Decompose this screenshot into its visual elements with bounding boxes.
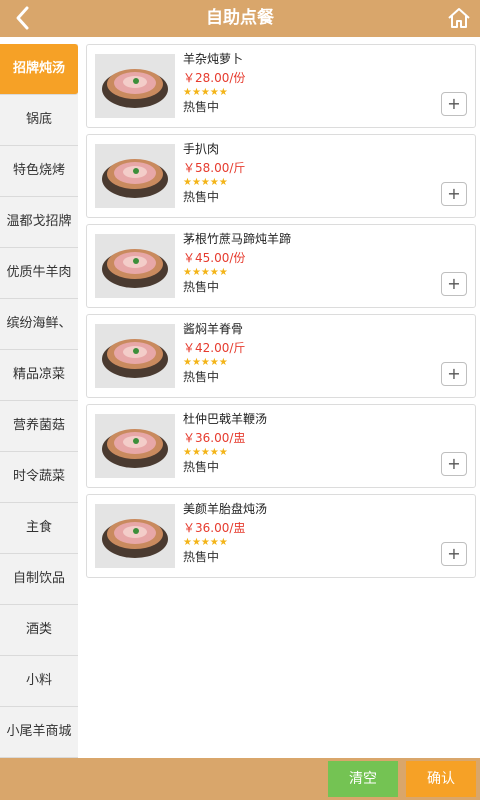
- product-status: 热售中: [183, 190, 220, 204]
- product-status: 热售中: [183, 280, 220, 294]
- product-info: 羊杂炖萝卜 ￥28.00/份 ★★★★★ 热售中: [183, 51, 245, 115]
- confirm-button[interactable]: 确认: [406, 761, 476, 797]
- category-item-zizhi-yinpin[interactable]: 自制饮品: [0, 554, 78, 605]
- product-price: ￥45.00/份: [183, 251, 246, 265]
- product-card: 茅根竹蔗马蹄炖羊蹄 ￥45.00/份 ★★★★★ 热售中 +: [86, 224, 476, 308]
- home-icon[interactable]: [446, 5, 472, 31]
- category-label: 招牌炖汤: [12, 61, 65, 76]
- category-label: 精品凉菜: [12, 367, 65, 382]
- category-item-guodi[interactable]: 锅底: [0, 95, 78, 146]
- product-name: 羊杂炖萝卜: [183, 52, 244, 66]
- category-label: 特色烧烤: [12, 163, 65, 178]
- product-info: 杜仲巴戟羊鞭汤 ￥36.00/盅 ★★★★★ 热售中: [183, 411, 267, 475]
- product-name: 美颜羊胎盘炖汤: [183, 502, 268, 516]
- product-card: 羊杂炖萝卜 ￥28.00/份 ★★★★★ 热售中 +: [86, 44, 476, 128]
- category-sidebar: 招牌炖汤 锅底 特色烧烤 温都戈招牌 优质牛羊肉 缤纷海鲜、 精品凉菜 营养菌菇…: [0, 44, 78, 758]
- rating-stars: ★★★★★: [183, 537, 228, 548]
- product-name: 茅根竹蔗马蹄炖羊蹄: [183, 232, 292, 246]
- product-status: 热售中: [183, 370, 220, 384]
- category-label: 小尾羊商城: [6, 724, 72, 739]
- category-item-youzhi-niuyangrou[interactable]: 优质牛羊肉: [0, 248, 78, 299]
- category-label: 自制饮品: [12, 571, 65, 586]
- dish-image[interactable]: [95, 144, 175, 208]
- product-info: 茅根竹蔗马蹄炖羊蹄 ￥45.00/份 ★★★★★ 热售中: [183, 231, 291, 295]
- product-price: ￥28.00/份: [183, 71, 246, 85]
- product-name: 手扒肉: [183, 142, 220, 156]
- category-item-wendouge-zhaopai[interactable]: 温都戈招牌: [0, 197, 78, 248]
- product-status: 热售中: [183, 100, 220, 114]
- product-info: 手扒肉 ￥58.00/斤 ★★★★★ 热售中: [183, 141, 245, 205]
- dish-image[interactable]: [95, 54, 175, 118]
- product-status: 热售中: [183, 460, 220, 474]
- add-to-order-button[interactable]: +: [441, 542, 467, 566]
- product-price: ￥58.00/斤: [183, 161, 246, 175]
- category-label: 营养菌菇: [12, 418, 65, 433]
- add-to-order-button[interactable]: +: [441, 182, 467, 206]
- product-name: 酱焖羊脊骨: [183, 322, 244, 336]
- clear-button[interactable]: 清空: [328, 761, 398, 797]
- top-bar: 自助点餐: [0, 0, 480, 37]
- category-item-zhushi[interactable]: 主食: [0, 503, 78, 554]
- product-card: 酱焖羊脊骨 ￥42.00/斤 ★★★★★ 热售中 +: [86, 314, 476, 398]
- category-label: 主食: [25, 520, 52, 535]
- rating-stars: ★★★★★: [183, 357, 228, 368]
- category-item-binfen-haixian[interactable]: 缤纷海鲜、: [0, 299, 78, 350]
- dish-image[interactable]: [95, 324, 175, 388]
- product-card: 手扒肉 ￥58.00/斤 ★★★★★ 热售中 +: [86, 134, 476, 218]
- category-label: 酒类: [25, 622, 52, 637]
- dish-image[interactable]: [95, 234, 175, 298]
- product-price: ￥36.00/盅: [183, 521, 246, 535]
- product-card: 杜仲巴戟羊鞭汤 ￥36.00/盅 ★★★★★ 热售中 +: [86, 404, 476, 488]
- product-price: ￥42.00/斤: [183, 341, 246, 355]
- category-label: 时令蔬菜: [12, 469, 65, 484]
- category-item-jiulei[interactable]: 酒类: [0, 605, 78, 656]
- category-item-shiling-shucai[interactable]: 时令蔬菜: [0, 452, 78, 503]
- category-item-jingpin-liangcai[interactable]: 精品凉菜: [0, 350, 78, 401]
- dish-image[interactable]: [95, 414, 175, 478]
- category-item-zhaopai-dunTang[interactable]: 招牌炖汤: [0, 44, 78, 95]
- dish-image[interactable]: [95, 504, 175, 568]
- category-item-tese-shaokao[interactable]: 特色烧烤: [0, 146, 78, 197]
- rating-stars: ★★★★★: [183, 267, 228, 278]
- category-label: 小料: [25, 673, 52, 688]
- category-item-xiaoweiyang-shangcheng[interactable]: 小尾羊商城: [0, 707, 78, 758]
- product-status: 热售中: [183, 550, 220, 564]
- add-to-order-button[interactable]: +: [441, 92, 467, 116]
- page-title: 自助点餐: [206, 8, 274, 28]
- rating-stars: ★★★★★: [183, 447, 228, 458]
- category-item-xiaoliao[interactable]: 小料: [0, 656, 78, 707]
- product-name: 杜仲巴戟羊鞭汤: [183, 412, 268, 426]
- add-to-order-button[interactable]: +: [441, 362, 467, 386]
- rating-stars: ★★★★★: [183, 177, 228, 188]
- product-info: 美颜羊胎盘炖汤 ￥36.00/盅 ★★★★★ 热售中: [183, 501, 267, 565]
- rating-stars: ★★★★★: [183, 87, 228, 98]
- product-price: ￥36.00/盅: [183, 431, 246, 445]
- product-list: 羊杂炖萝卜 ￥28.00/份 ★★★★★ 热售中 + 手扒肉 ￥58.00/斤 …: [86, 44, 476, 584]
- add-to-order-button[interactable]: +: [441, 452, 467, 476]
- category-label: 优质牛羊肉: [6, 265, 72, 280]
- category-label: 温都戈招牌: [6, 214, 72, 229]
- category-label: 缤纷海鲜、: [6, 316, 72, 331]
- product-card: 美颜羊胎盘炖汤 ￥36.00/盅 ★★★★★ 热售中 +: [86, 494, 476, 578]
- category-item-yingyang-jungu[interactable]: 营养菌菇: [0, 401, 78, 452]
- add-to-order-button[interactable]: +: [441, 272, 467, 296]
- product-info: 酱焖羊脊骨 ￥42.00/斤 ★★★★★ 热售中: [183, 321, 245, 385]
- category-label: 锅底: [25, 112, 52, 127]
